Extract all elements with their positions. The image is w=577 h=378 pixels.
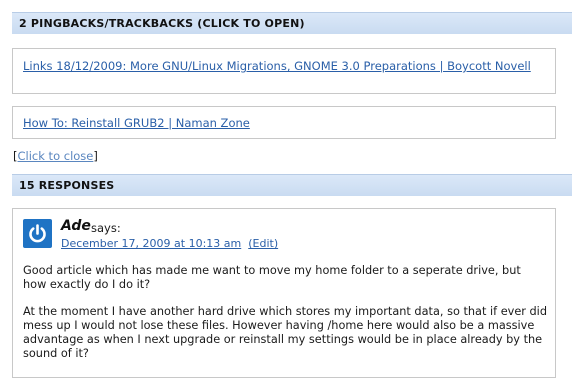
avatar	[23, 219, 52, 248]
comment-author: Ade	[61, 218, 91, 234]
pingbacks-header[interactable]: 2 PINGBACKS/TRACKBACKS (CLICK TO OPEN)	[12, 12, 572, 34]
edit-link[interactable]: (Edit)	[248, 237, 278, 250]
comment-says: says:	[91, 221, 121, 235]
pingback-item: How To: Reinstall GRUB2 | Naman Zone	[12, 106, 556, 139]
responses-header: 15 RESPONSES	[12, 174, 572, 196]
comment-paragraph: Good article which has made me want to m…	[23, 264, 521, 291]
pingback-link[interactable]: Links 18/12/2009: More GNU/Linux Migrati…	[23, 59, 531, 73]
comment-date-link[interactable]: December 17, 2009 at 10:13 am	[61, 237, 241, 250]
comment-meta: December 17, 2009 at 10:13 am (Edit)	[61, 237, 278, 250]
comment: Ade says: December 17, 2009 at 10:13 am …	[12, 208, 556, 378]
pingback-item: Links 18/12/2009: More GNU/Linux Migrati…	[12, 48, 556, 94]
comment-paragraph: At the moment I have another hard drive …	[23, 305, 547, 360]
close-pingbacks: [Click to close]	[13, 149, 98, 163]
pingback-link[interactable]: How To: Reinstall GRUB2 | Naman Zone	[23, 116, 250, 130]
bracket-close: ]	[93, 149, 98, 163]
click-to-close-link[interactable]: Click to close	[18, 149, 94, 163]
power-icon	[29, 224, 46, 243]
